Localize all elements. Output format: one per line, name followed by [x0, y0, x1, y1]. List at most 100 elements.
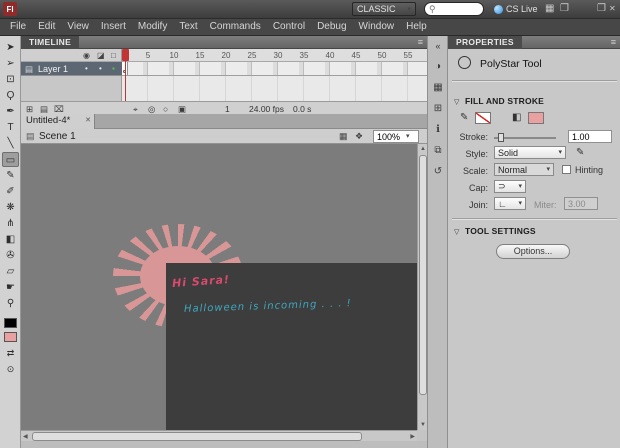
- onion-skin-icon[interactable]: ◎: [148, 104, 155, 114]
- hand-tool[interactable]: ☛: [2, 280, 19, 295]
- eyedropper-tool[interactable]: ✇: [2, 248, 19, 263]
- zoom-input[interactable]: [374, 131, 406, 142]
- hinting-checkbox[interactable]: [562, 165, 571, 174]
- cs-live-button[interactable]: CS Live: [494, 2, 538, 16]
- selection-tool[interactable]: ➤: [2, 40, 19, 55]
- frame-ruler[interactable]: 5 10 15 20 25 30 35 40 45 50 55: [122, 49, 427, 62]
- fill-color-swatch[interactable]: [528, 112, 544, 124]
- chevron-down-icon[interactable]: ▾: [406, 133, 410, 140]
- layer-visible-dot[interactable]: •: [85, 64, 88, 73]
- cap-select[interactable]: ⊃ ▾: [494, 180, 526, 193]
- eraser-tool[interactable]: ▱: [2, 264, 19, 279]
- menu-window[interactable]: Window: [353, 19, 401, 35]
- greeting-text[interactable]: Hi Sara!: [172, 273, 231, 290]
- free-transform-tool[interactable]: ⊡: [2, 72, 19, 87]
- swap-colors-icon[interactable]: ⇄: [2, 346, 19, 361]
- lock-icon[interactable]: ◪: [97, 51, 105, 60]
- deco-tool[interactable]: ❋: [2, 200, 19, 215]
- paint-bucket-tool[interactable]: ◧: [2, 232, 19, 247]
- zoom-control[interactable]: ▾: [373, 130, 419, 143]
- polystar-rectangle-tool[interactable]: ▭: [2, 152, 19, 167]
- layer-row[interactable]: ▤ Layer 1 • • ▪: [21, 62, 122, 76]
- expand-panels-icon[interactable]: «: [430, 38, 446, 55]
- panel-menu-icon[interactable]: ≡: [611, 36, 616, 49]
- onion-skin-outlines-icon[interactable]: ○: [163, 104, 168, 114]
- brush-tool[interactable]: ✐: [2, 184, 19, 199]
- properties-tab[interactable]: PROPERTIES: [448, 36, 522, 49]
- menu-help[interactable]: Help: [400, 19, 433, 35]
- stroke-color-swatch[interactable]: [475, 112, 491, 124]
- flash-app-icon[interactable]: Fl: [3, 2, 17, 16]
- document-tab[interactable]: Untitled-4* ✕: [21, 114, 95, 129]
- horizontal-scrollbar[interactable]: ◀ ▶: [21, 430, 417, 441]
- menu-edit[interactable]: Edit: [32, 19, 61, 35]
- scale-select[interactable]: Normal ▾: [494, 163, 554, 176]
- arrange-documents-icon[interactable]: ▦: [545, 3, 554, 15]
- swatches-panel-icon[interactable]: ▦: [430, 79, 446, 96]
- line-tool[interactable]: ╲: [2, 136, 19, 151]
- close-icon[interactable]: ✕: [609, 3, 616, 15]
- search-field[interactable]: ⚲: [424, 2, 484, 16]
- menu-file[interactable]: File: [4, 19, 32, 35]
- panel-menu-icon[interactable]: ≡: [418, 36, 423, 49]
- menu-text[interactable]: Text: [173, 19, 203, 35]
- workspace-switcher[interactable]: CLASSIC ▾: [352, 2, 416, 16]
- info-panel-icon[interactable]: ℹ: [430, 121, 446, 138]
- menu-modify[interactable]: Modify: [132, 19, 173, 35]
- message-text[interactable]: Halloween is incoming . . . !: [184, 298, 352, 315]
- timeline-tab[interactable]: TIMELINE: [21, 36, 80, 49]
- stroke-value-input[interactable]: [569, 131, 611, 142]
- search-input[interactable]: [435, 4, 476, 14]
- new-folder-icon[interactable]: ▤: [40, 104, 48, 114]
- stroke-color-swatch[interactable]: [4, 318, 17, 328]
- menu-control[interactable]: Control: [267, 19, 311, 35]
- transform-panel-icon[interactable]: ⧉: [430, 142, 446, 159]
- menu-commands[interactable]: Commands: [204, 19, 267, 35]
- edit-stroke-style-icon[interactable]: ✎: [576, 147, 584, 159]
- color-panel-icon[interactable]: ◑: [430, 58, 446, 75]
- collapse-triangle-icon[interactable]: ▽: [454, 98, 459, 106]
- lasso-tool[interactable]: Ϙ: [2, 88, 19, 103]
- pencil-tool[interactable]: ✎: [2, 168, 19, 183]
- layer-frames-row[interactable]: [122, 62, 427, 76]
- bone-tool[interactable]: ⋔: [2, 216, 19, 231]
- menu-insert[interactable]: Insert: [95, 19, 132, 35]
- stroke-value-field[interactable]: [568, 130, 612, 143]
- layer-name[interactable]: Layer 1: [38, 64, 68, 74]
- fill-color-swatch[interactable]: [4, 332, 17, 342]
- edit-multiple-frames-icon[interactable]: ▣: [178, 104, 186, 114]
- scroll-left-icon[interactable]: ◀: [23, 433, 28, 440]
- style-select[interactable]: Solid ▾: [494, 146, 566, 159]
- history-panel-icon[interactable]: ↺: [430, 163, 446, 180]
- edit-scene-icon[interactable]: ▦: [339, 131, 348, 142]
- stroke-slider-thumb[interactable]: [498, 133, 504, 142]
- snap-to-objects-icon[interactable]: ⊙: [2, 362, 19, 377]
- options-button[interactable]: Options...: [496, 244, 570, 259]
- vertical-scroll-thumb[interactable]: [419, 155, 427, 395]
- layer-lock-dot[interactable]: •: [99, 64, 102, 73]
- screen-mode-icon[interactable]: ❐: [560, 3, 569, 15]
- horizontal-scroll-thumb[interactable]: [32, 432, 362, 441]
- zoom-tool[interactable]: ⚲: [2, 296, 19, 311]
- fill-and-stroke-section-header[interactable]: FILL AND STROKE: [465, 96, 544, 106]
- stage-pasteboard[interactable]: Hi Sara! Halloween is incoming . . . !: [21, 144, 417, 430]
- vertical-scrollbar[interactable]: ▲ ▼: [417, 144, 427, 430]
- tool-settings-section-header[interactable]: TOOL SETTINGS: [465, 226, 536, 236]
- menu-debug[interactable]: Debug: [311, 19, 352, 35]
- scroll-right-icon[interactable]: ▶: [410, 433, 415, 440]
- align-panel-icon[interactable]: ⊞: [430, 100, 446, 117]
- layer-outline-color-swatch[interactable]: ▪: [112, 64, 115, 73]
- stage-dark-rectangle[interactable]: Hi Sara! Halloween is incoming . . . !: [166, 263, 417, 430]
- text-tool[interactable]: T: [2, 120, 19, 135]
- new-layer-icon[interactable]: ⊞: [26, 104, 33, 114]
- restore-window-icon[interactable]: ❐: [597, 3, 606, 15]
- scene-name[interactable]: Scene 1: [39, 131, 76, 142]
- delete-layer-icon[interactable]: ⌧: [54, 104, 64, 114]
- collapse-triangle-icon[interactable]: ▽: [454, 228, 459, 236]
- frame-rate-value[interactable]: 24.00 fps: [249, 104, 284, 114]
- edit-symbol-icon[interactable]: ❖: [355, 131, 363, 142]
- timeline-empty-frames[interactable]: [122, 76, 427, 101]
- menu-view[interactable]: View: [61, 19, 95, 35]
- pen-tool[interactable]: ✒: [2, 104, 19, 119]
- playhead[interactable]: [122, 49, 129, 61]
